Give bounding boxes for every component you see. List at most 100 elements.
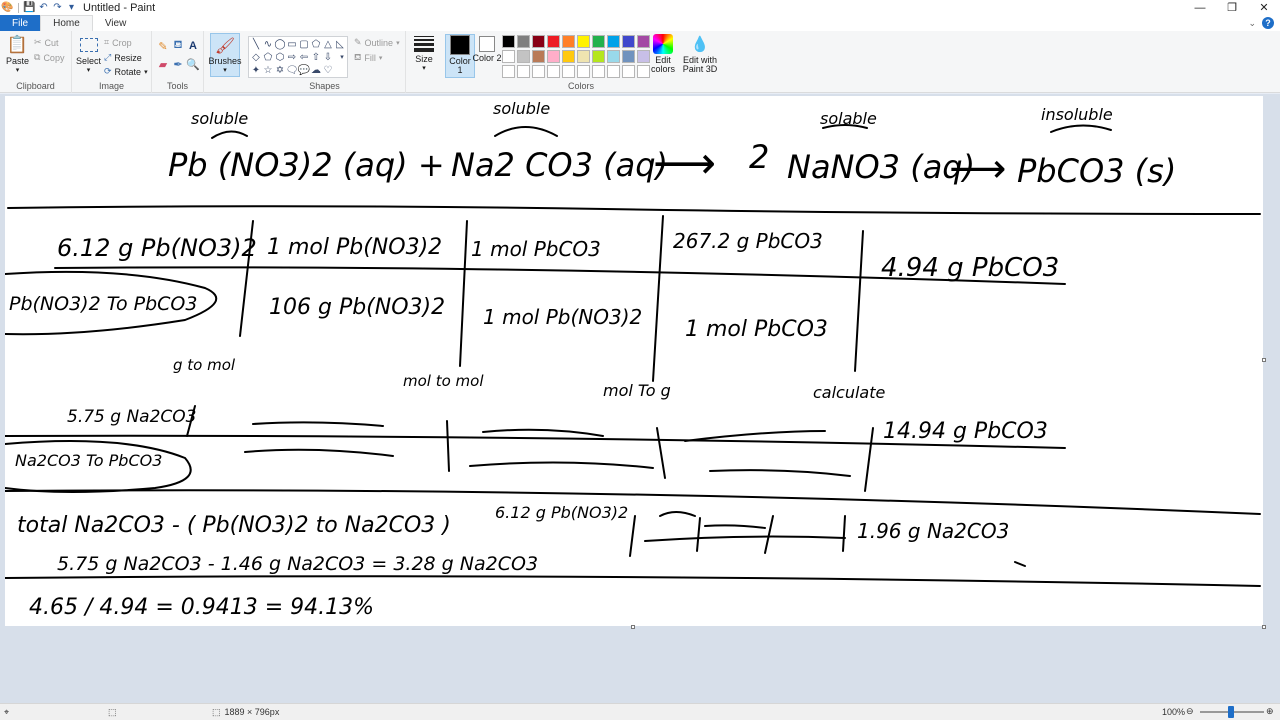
oval-shape-icon[interactable]: ◯ <box>274 38 286 50</box>
palette-color-swatch[interactable] <box>502 50 515 63</box>
maximize-button[interactable]: ❐ <box>1216 0 1248 15</box>
ink-line <box>469 461 654 469</box>
zoom-slider-thumb[interactable] <box>1228 706 1234 718</box>
canvas-resize-handle-corner[interactable] <box>1262 625 1266 629</box>
tab-home[interactable]: Home <box>40 15 93 31</box>
diamond-shape-icon[interactable]: ◇ <box>250 51 262 63</box>
fill-bucket-icon[interactable]: ⛾ <box>171 39 185 53</box>
right-arrow-shape-icon[interactable]: ⇨ <box>286 51 298 63</box>
outline-button[interactable]: ✎ Outline ▾ <box>354 37 400 48</box>
palette-color-swatch[interactable] <box>547 50 560 63</box>
canvas-resize-handle-right[interactable] <box>1262 358 1266 362</box>
magnifier-icon[interactable]: 🔍 <box>186 57 200 71</box>
zoom-level: 100% <box>1162 707 1185 717</box>
brushes-button[interactable]: 🖌 Brushes ▾ <box>208 33 242 77</box>
four-point-star-shape-icon[interactable]: ✦ <box>250 64 262 76</box>
line-shape-icon[interactable]: ╲ <box>250 38 262 50</box>
tab-view[interactable]: View <box>93 15 139 31</box>
copy-button[interactable]: ⧉ Copy <box>34 52 64 63</box>
palette-color-swatch[interactable] <box>562 65 575 78</box>
palette-color-swatch[interactable] <box>502 35 515 48</box>
paste-button[interactable]: 📋 Paste ▾ <box>6 34 29 74</box>
palette-color-swatch[interactable] <box>637 65 650 78</box>
palette-color-swatch[interactable] <box>532 50 545 63</box>
resize-button[interactable]: ⤢ Resize <box>104 52 142 63</box>
palette-color-swatch[interactable] <box>547 35 560 48</box>
palette-color-swatch[interactable] <box>622 65 635 78</box>
customize-toolbar-chevron-icon[interactable]: ▾ <box>66 2 77 13</box>
workspace[interactable]: soluble soluble solable insoluble Pb (NO… <box>0 94 1280 703</box>
size-button[interactable]: Size ▾ <box>412 34 436 72</box>
close-button[interactable]: ✕ <box>1248 0 1280 15</box>
palette-color-swatch[interactable] <box>607 50 620 63</box>
rounded-rectangle-shape-icon[interactable]: ▢ <box>298 38 310 50</box>
zoom-in-button[interactable]: ⊕ <box>1266 706 1274 717</box>
palette-color-swatch[interactable] <box>577 65 590 78</box>
rectangle-shape-icon[interactable]: ▭ <box>286 38 298 50</box>
palette-color-swatch[interactable] <box>637 35 650 48</box>
color-1-button[interactable]: Color 1 <box>445 34 475 78</box>
drawing-canvas[interactable]: soluble soluble solable insoluble Pb (NO… <box>5 96 1263 626</box>
palette-color-swatch[interactable] <box>517 65 530 78</box>
ink-line <box>629 515 636 557</box>
palette-color-swatch[interactable] <box>562 50 575 63</box>
ink-text-r1c2: 1 mol Pb(NO3)2 <box>267 235 442 260</box>
triangle-shape-icon[interactable]: △ <box>322 38 334 50</box>
curve-shape-icon[interactable]: ∿ <box>262 38 274 50</box>
palette-color-swatch[interactable] <box>562 35 575 48</box>
palette-color-swatch[interactable] <box>577 35 590 48</box>
left-arrow-shape-icon[interactable]: ⇦ <box>298 51 310 63</box>
canvas-resize-handle-bottom[interactable] <box>631 625 635 629</box>
palette-color-swatch[interactable] <box>577 50 590 63</box>
hexagon-shape-icon[interactable]: ⬡ <box>274 51 286 63</box>
minimize-button[interactable]: — <box>1184 0 1216 15</box>
palette-color-swatch[interactable] <box>592 50 605 63</box>
cloud-callout-shape-icon[interactable]: ☁ <box>310 64 322 76</box>
up-arrow-shape-icon[interactable]: ⇧ <box>310 51 322 63</box>
palette-color-swatch[interactable] <box>607 35 620 48</box>
rounded-callout-shape-icon[interactable]: 🗨 <box>286 64 299 76</box>
polygon-shape-icon[interactable]: ⬠ <box>310 38 322 50</box>
eraser-icon[interactable]: ▰ <box>156 57 170 71</box>
cut-button[interactable]: ✂ Cut <box>34 37 59 48</box>
down-arrow-shape-icon[interactable]: ⇩ <box>322 51 334 63</box>
palette-color-swatch[interactable] <box>547 65 560 78</box>
text-tool-icon[interactable]: A <box>186 39 200 53</box>
palette-color-swatch[interactable] <box>502 65 515 78</box>
pentagon-shape-icon[interactable]: ⬠ <box>262 51 274 63</box>
right-triangle-shape-icon[interactable]: ◺ <box>334 38 346 50</box>
palette-color-swatch[interactable] <box>622 50 635 63</box>
color-2-button[interactable]: Color 2 <box>472 34 502 78</box>
edit-with-paint3d-button[interactable]: 💧 Edit with Paint 3D <box>682 34 718 74</box>
ink-text-eq-na: Na2 CO3 (aq) <box>451 146 668 184</box>
collapse-ribbon-chevron-icon[interactable]: ⌄ <box>1248 18 1256 29</box>
shapes-scroll-chevron-icon[interactable]: ▾ <box>336 51 348 63</box>
edit-colors-button[interactable]: Edit colors <box>650 34 676 74</box>
select-button[interactable]: Select ▾ <box>76 34 101 74</box>
heart-shape-icon[interactable]: ♡ <box>322 64 334 76</box>
palette-color-swatch[interactable] <box>517 50 530 63</box>
palette-color-swatch[interactable] <box>517 35 530 48</box>
palette-color-swatch[interactable] <box>637 50 650 63</box>
palette-color-swatch[interactable] <box>532 35 545 48</box>
select-rectangle-icon <box>78 34 100 56</box>
six-point-star-shape-icon[interactable]: ✡ <box>274 64 286 76</box>
help-icon[interactable]: ? <box>1262 17 1274 29</box>
tab-file[interactable]: File <box>0 15 41 31</box>
crop-button[interactable]: ⌗ Crop <box>104 37 132 48</box>
palette-color-swatch[interactable] <box>592 65 605 78</box>
redo-icon[interactable]: ↷ <box>52 2 63 13</box>
palette-color-swatch[interactable] <box>532 65 545 78</box>
palette-color-swatch[interactable] <box>607 65 620 78</box>
pencil-icon[interactable]: ✎ <box>156 39 170 53</box>
rotate-button[interactable]: ⟳ Rotate ▾ <box>104 66 148 77</box>
palette-color-swatch[interactable] <box>592 35 605 48</box>
five-point-star-shape-icon[interactable]: ☆ <box>262 64 274 76</box>
save-icon[interactable]: 💾 <box>23 2 35 13</box>
zoom-out-button[interactable]: ⊖ <box>1186 706 1194 717</box>
oval-callout-shape-icon[interactable]: 💬 <box>298 64 310 76</box>
undo-icon[interactable]: ↶ <box>38 2 49 13</box>
fill-button[interactable]: ⛾ Fill ▾ <box>354 52 382 64</box>
palette-color-swatch[interactable] <box>622 35 635 48</box>
color-picker-icon[interactable]: ✒ <box>171 57 185 71</box>
